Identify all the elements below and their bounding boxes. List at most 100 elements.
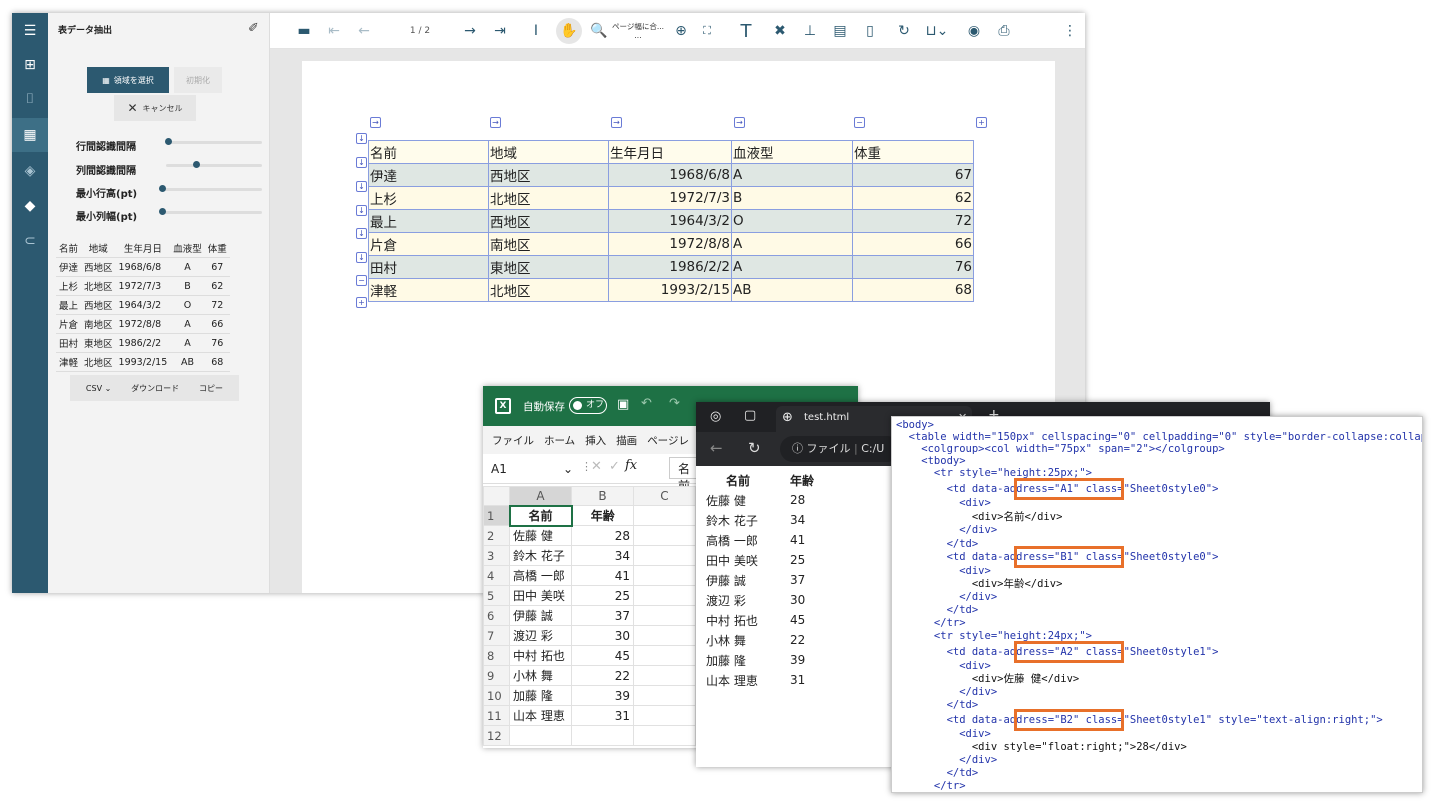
ribbon-tab[interactable]: ページレ <box>647 433 689 448</box>
col-gap-knob[interactable] <box>193 161 200 168</box>
next-page-icon[interactable]: → <box>460 13 480 49</box>
redo-icon[interactable]: ↷ <box>669 396 680 411</box>
row-header[interactable]: 6 <box>483 605 510 626</box>
cell[interactable] <box>633 525 696 546</box>
cell[interactable]: 34 <box>571 545 634 566</box>
cell[interactable]: 41 <box>571 565 634 586</box>
cell[interactable]: 31 <box>571 705 634 726</box>
cell[interactable] <box>633 625 696 646</box>
cell[interactable] <box>633 705 696 726</box>
function-icon[interactable]: fx <box>625 458 637 473</box>
hand-tool-icon[interactable]: ✋ <box>556 18 582 44</box>
initialize-button[interactable]: 初期化 <box>174 67 222 93</box>
cell[interactable]: 鈴木 花子 <box>509 545 572 566</box>
stamp-icon[interactable]: ⊥ <box>800 13 820 49</box>
open-folder-icon[interactable]: ▬ <box>294 13 314 49</box>
cell[interactable]: 39 <box>571 685 634 706</box>
name-box[interactable]: A1 ⌄ <box>489 460 575 478</box>
text-select-icon[interactable]: I <box>526 13 546 49</box>
enter-icon[interactable]: ✓ <box>609 459 620 474</box>
address-bar[interactable]: ⓘ ファイル | C:/U <box>780 436 900 462</box>
cell[interactable]: 25 <box>571 585 634 606</box>
print-icon[interactable]: ⎙ <box>994 13 1014 49</box>
rotate-icon[interactable]: ↻ <box>894 13 914 49</box>
format-select[interactable]: CSV ⌄ <box>86 384 111 393</box>
tag-icon[interactable]: ◆ <box>12 189 48 223</box>
save-icon[interactable]: ▣ <box>617 397 629 412</box>
cell[interactable]: 小林 舞 <box>509 665 572 686</box>
column-marker[interactable]: → <box>370 117 381 128</box>
tab-actions-icon[interactable]: ▢ <box>744 408 756 423</box>
row-header[interactable]: 1 <box>483 505 510 526</box>
workspaces-icon[interactable]: ◎ <box>710 409 721 424</box>
row-marker[interactable]: ↓ <box>356 205 367 216</box>
cancel-button[interactable]: ✕ キャンセル <box>114 95 196 121</box>
palette-icon[interactable]: ◉ <box>964 13 984 49</box>
col-gap-slider[interactable] <box>166 164 262 167</box>
zoom-in-icon[interactable]: ⊕ <box>672 13 690 49</box>
min-row-height-knob[interactable] <box>159 185 166 192</box>
cell[interactable]: 中村 拓也 <box>509 645 572 666</box>
min-col-width-knob[interactable] <box>159 208 166 215</box>
last-page-icon[interactable]: ⇥ <box>490 13 510 49</box>
first-page-icon[interactable]: ⇤ <box>324 13 344 49</box>
cell[interactable]: 30 <box>571 625 634 646</box>
ribbon-tab[interactable]: 挿入 <box>585 433 606 448</box>
row-header[interactable]: 11 <box>483 705 510 726</box>
row-header[interactable]: 7 <box>483 625 510 646</box>
column-marker[interactable]: → <box>734 117 745 128</box>
column-header[interactable]: A <box>509 486 572 506</box>
cell[interactable]: 高橋 一郎 <box>509 565 572 586</box>
cell[interactable]: 渡辺 彩 <box>509 625 572 646</box>
layout-dropdown-icon[interactable]: ⊔⌄ <box>920 13 954 49</box>
row-header[interactable]: 5 <box>483 585 510 606</box>
row-marker[interactable]: ↓ <box>356 157 367 168</box>
cell[interactable] <box>633 685 696 706</box>
min-col-width-slider[interactable] <box>160 211 262 214</box>
cell[interactable] <box>633 545 696 566</box>
row-gap-slider[interactable] <box>166 141 262 144</box>
row-marker[interactable]: − <box>356 275 367 286</box>
more-icon[interactable]: ⋮ <box>1060 13 1080 49</box>
column-marker[interactable]: → <box>611 117 622 128</box>
row-header[interactable]: 10 <box>483 685 510 706</box>
cell[interactable] <box>633 505 696 526</box>
autosave-toggle[interactable]: オフ <box>569 397 607 414</box>
copy-button[interactable]: コピー <box>199 383 223 394</box>
row-marker[interactable]: ↓ <box>356 228 367 239</box>
cell[interactable] <box>633 565 696 586</box>
download-button[interactable]: ダウンロード <box>131 383 179 394</box>
cell[interactable]: 22 <box>571 665 634 686</box>
row-marker[interactable]: ↓ <box>356 252 367 263</box>
layers-icon[interactable]: ◈ <box>12 154 48 188</box>
text-tool-icon[interactable]: T <box>736 13 756 49</box>
row-gap-knob[interactable] <box>165 138 172 145</box>
redact-icon[interactable]: ✖ <box>770 13 790 49</box>
cell[interactable] <box>633 585 696 606</box>
cell[interactable]: 佐藤 健 <box>509 525 572 546</box>
row-header[interactable]: 8 <box>483 645 510 666</box>
row-header[interactable]: 4 <box>483 565 510 586</box>
row-header[interactable]: 2 <box>483 525 510 546</box>
thumbnails-icon[interactable]: ⊞ <box>12 48 48 82</box>
cell[interactable] <box>571 725 634 746</box>
ribbon-tab[interactable]: ファイル <box>492 433 534 448</box>
formula-input[interactable]: 名前 <box>669 457 699 493</box>
cell[interactable]: 28 <box>571 525 634 546</box>
cell[interactable]: 田中 美咲 <box>509 585 572 606</box>
row-marker[interactable]: ↓ <box>356 133 367 144</box>
menu-icon[interactable]: ☰ <box>12 14 48 48</box>
cell[interactable] <box>633 645 696 666</box>
column-marker[interactable]: − <box>854 117 865 128</box>
cell[interactable]: 加藤 隆 <box>509 685 572 706</box>
cell[interactable]: 伊藤 誠 <box>509 605 572 626</box>
cell[interactable] <box>633 605 696 626</box>
reload-icon[interactable]: ↻ <box>748 439 761 457</box>
zoom-select[interactable]: ページ幅に合...... <box>610 13 666 49</box>
row-marker[interactable]: ↓ <box>356 181 367 192</box>
cell[interactable] <box>633 725 696 746</box>
row-header[interactable]: 3 <box>483 545 510 566</box>
ribbon-tab[interactable]: ホーム <box>544 433 575 448</box>
cell[interactable]: 年齢 <box>571 505 634 526</box>
fullscreen-icon[interactable]: ⛶ <box>698 13 716 49</box>
